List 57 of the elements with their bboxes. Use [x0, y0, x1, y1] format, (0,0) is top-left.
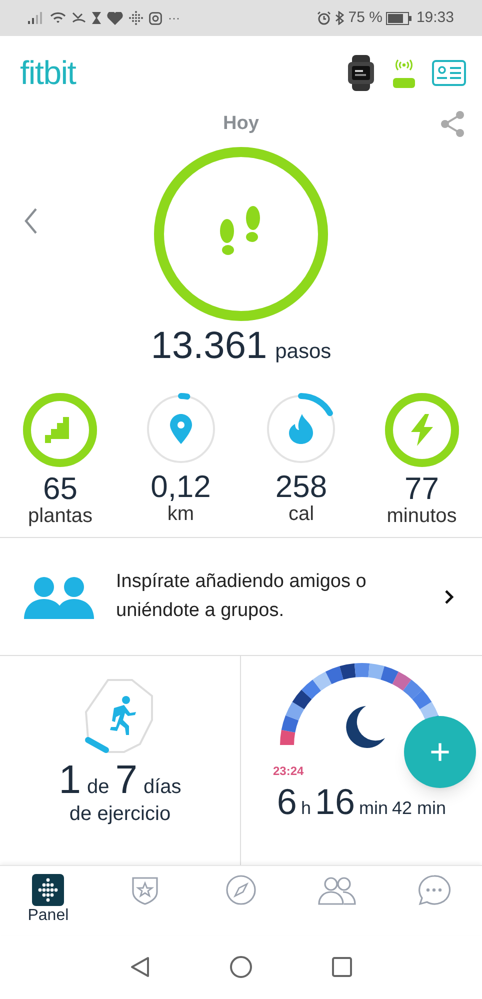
friends-banner[interactable]: Inspírate añadiendo amigos o uniéndote a grupos. — [0, 538, 482, 656]
exercise-goal: 7 — [115, 760, 138, 800]
battery-percent: 75 % — [348, 8, 382, 28]
missed-call-icon — [72, 12, 86, 24]
clock-time: 19:33 — [416, 8, 454, 28]
back-icon[interactable] — [130, 956, 150, 978]
battery-icon — [386, 12, 412, 24]
sleep-card[interactable]: 23:24 6 h 16 min 42 min + — [241, 656, 482, 865]
share-icon[interactable] — [440, 110, 466, 138]
smartwatch-icon[interactable] — [346, 55, 376, 91]
more-notifications: ··· — [168, 10, 180, 27]
stat-unit: km — [167, 502, 194, 527]
stat-unit: cal — [288, 502, 314, 527]
compass-icon — [224, 874, 257, 906]
exercise-unit: días — [143, 775, 182, 800]
dashboard-icon — [32, 874, 64, 906]
stat-unit: plantas — [28, 504, 92, 529]
wifi-icon — [50, 12, 66, 24]
exercise-of: de — [86, 775, 110, 800]
signal-icon — [28, 12, 44, 24]
chevron-right-icon — [444, 588, 454, 604]
nav-tab[interactable]: Panel — [0, 866, 96, 935]
sleep-start-time: 23:24 — [273, 763, 304, 780]
stat-value: 258 — [275, 471, 328, 502]
stat-value: 65 — [43, 473, 78, 504]
moon-icon — [344, 704, 386, 750]
sleep-hours-unit: h — [300, 797, 311, 820]
stat-unit: minutos — [386, 504, 457, 529]
steps-unit: pasos — [275, 338, 332, 364]
sleep-extra: 42 min — [392, 797, 446, 820]
dots-grid-icon — [129, 11, 143, 25]
friends-message: Inspírate añadiendo amigos o uniéndote a grupos. — [116, 570, 368, 622]
chat-bubble-icon — [416, 874, 451, 906]
alarm-icon — [317, 11, 332, 25]
sleep-hours: 6 — [276, 784, 297, 820]
stat-value: 77 — [404, 473, 439, 504]
people-icon — [24, 574, 96, 618]
location-pin-icon — [170, 414, 192, 444]
stat-value: 0,12 — [150, 471, 211, 502]
exercise-label: de ejercicio — [69, 802, 171, 827]
home-icon[interactable] — [230, 956, 252, 978]
recent-apps-icon[interactable] — [332, 957, 352, 977]
exercise-card[interactable]: 1 de 7 días de ejercicio — [0, 656, 241, 865]
sleep-minutes: 16 — [314, 784, 356, 820]
lightning-bolt-icon — [408, 414, 435, 446]
camera-app-icon — [149, 12, 162, 24]
exercise-count: 1 — [58, 760, 81, 800]
fitbit-logo: fitbit — [20, 53, 76, 94]
steps-count: 13.361 — [150, 326, 268, 364]
heart-rate-icon — [107, 12, 123, 24]
flame-icon — [289, 414, 314, 444]
day-title: Hoy — [223, 112, 259, 136]
people-icon — [317, 874, 358, 906]
bluetooth-icon — [335, 11, 344, 25]
profile-card-icon[interactable] — [432, 60, 466, 86]
sleep-minutes-unit: min — [359, 797, 388, 820]
hourglass-icon — [92, 12, 101, 24]
